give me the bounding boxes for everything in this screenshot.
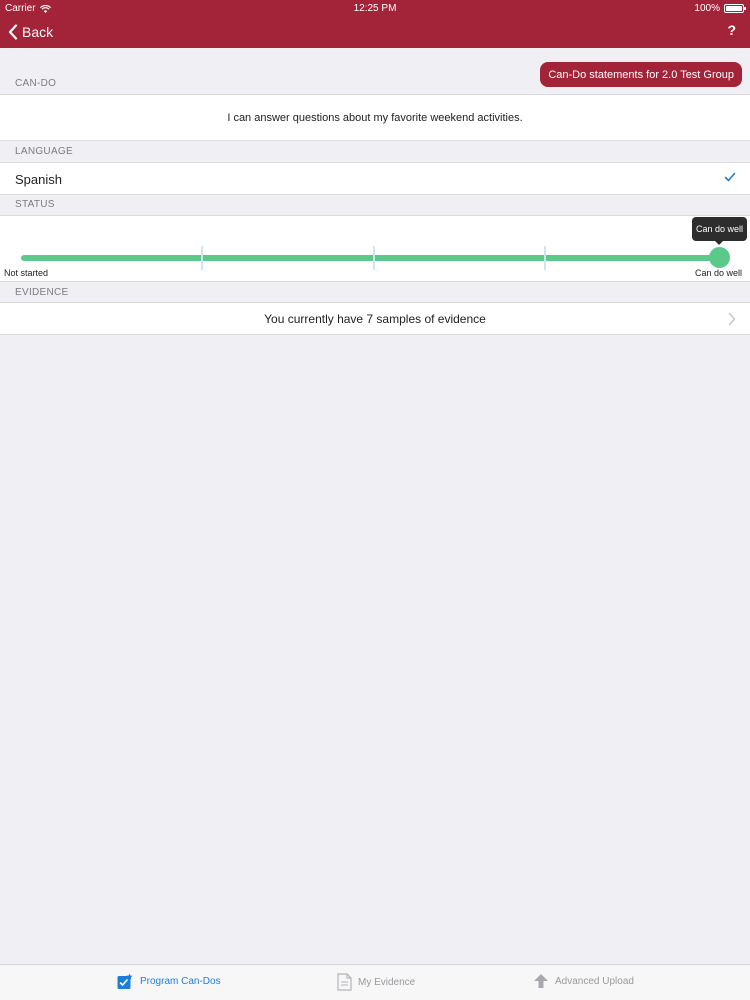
can-do-statement: I can answer questions about my favorite… [227,112,523,124]
status-bar: Carrier 12:25 PM 100% [0,0,750,16]
battery-icon [724,4,746,13]
language-row[interactable]: Spanish [0,162,750,195]
tab-label: Program Can-Dos [140,976,221,987]
tab-label: My Evidence [358,976,416,988]
battery-percent: 100% [694,3,720,14]
evidence-document-icon [337,973,352,991]
status-slider-tick [544,246,546,270]
chevron-left-icon [8,24,18,40]
tab-advanced-upload[interactable]: Advanced Upload [533,973,634,989]
evidence-row[interactable]: You currently have 7 samples of evidence [0,302,750,335]
can-do-statement-row: I can answer questions about my favorite… [0,94,750,141]
cando-group-button[interactable]: Can-Do statements for 2.0 Test Group [540,62,742,87]
upload-arrow-icon [534,974,548,988]
section-label-can-do: CAN-DO [15,78,57,89]
status-slider-tick [373,246,375,270]
status-min-label: Not started [4,268,49,278]
back-button-label: Back [22,24,54,40]
status-slider-row: Can do well Not started Can do well [0,215,750,282]
battery-indicator: 100% [694,3,746,14]
clock: 12:25 PM [353,3,397,14]
checkmark-icon [724,172,736,182]
tab-my-evidence[interactable]: My Evidence [337,973,415,991]
help-button[interactable]: ? [727,22,736,38]
language-value: Spanish [15,172,62,187]
evidence-summary: You currently have 7 samples of evidence [264,312,486,326]
tab-label: Advanced Upload [555,975,634,987]
status-slider-tick [201,246,203,270]
section-label-evidence: EVIDENCE [15,287,69,298]
status-max-label: Can do well [694,268,742,278]
tab-program-can-dos[interactable]: Program Can-Dos [117,973,221,990]
chevron-right-icon [728,312,736,326]
navigation-bar: Back ? [0,16,750,48]
section-label-language: LANGUAGE [15,146,73,157]
tab-bar: Program Can-Dos My Evidence Advanced Upl… [0,964,750,1000]
status-tooltip: Can do well [691,217,747,245]
status-slider-thumb[interactable] [709,247,730,268]
program-cando-icon [117,973,133,989]
section-label-status: STATUS [15,199,55,210]
app-header: Carrier 12:25 PM 100% Back ? [0,0,750,48]
back-button[interactable]: Back [8,20,53,44]
status-slider-track[interactable] [21,255,719,261]
